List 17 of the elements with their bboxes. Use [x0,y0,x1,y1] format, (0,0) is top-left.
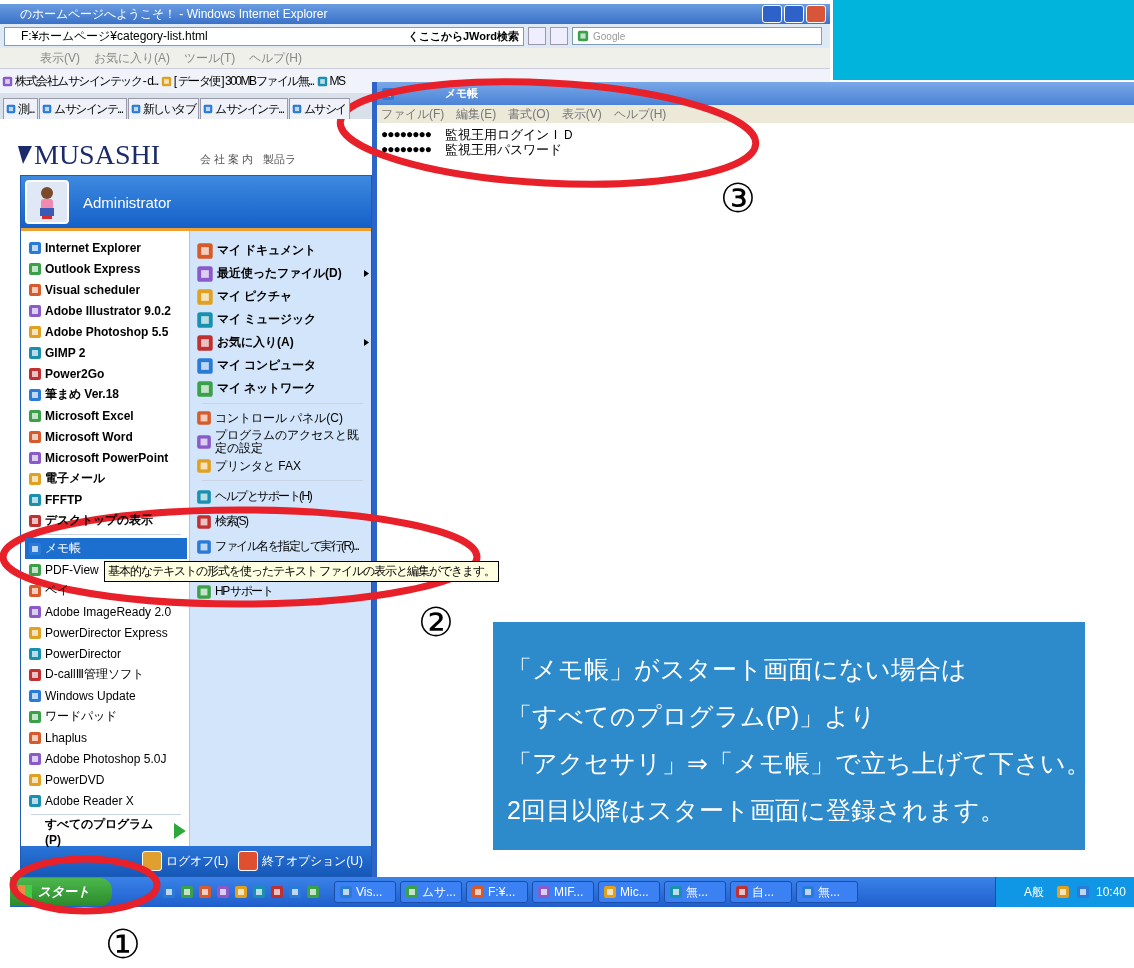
window-title: のホームページへようこそ！ - Windows Internet Explorer [20,5,328,23]
callout-text: 「メモ帳」がスタート画面にない場合は [507,654,968,685]
window-title: メモ帳 [445,86,478,101]
callout-text: 「すべてのプログラム(P)」より [507,701,878,732]
address-text: F:¥ホームページ¥category-list.html [21,27,208,45]
tooltip: 基本的なテキストの形式を使ったテキスト ファイルの表示と編集ができます。 [104,561,500,582]
step-number: ① [105,922,141,966]
callout-text: 2回目以降はスタート画面に登録されます。 [507,795,1006,826]
step-number: ② [418,600,454,644]
step-number: ③ [720,176,756,220]
masked-text: ●●●●●●●● [381,142,431,157]
company-logo: MUSASHI [34,139,161,171]
masked-text: ●●●●●●●● [381,127,431,142]
user-name: Administrator [83,193,172,211]
document-text: 監視王用ログインＩＤ [445,127,575,142]
clock: 10:40 [1095,885,1126,899]
document-text: 監視王用パスワード [445,142,562,157]
